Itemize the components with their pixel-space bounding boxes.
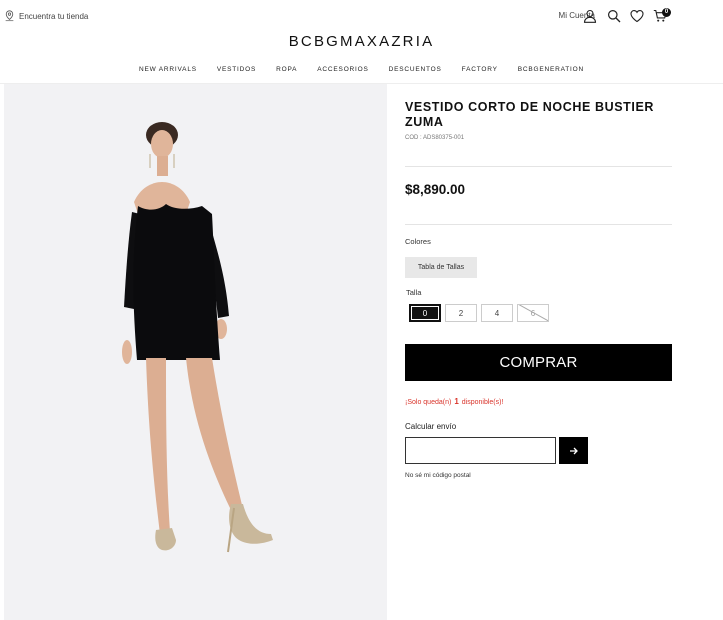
nav-item-accesorios[interactable]: ACCESORIOS (307, 66, 378, 73)
location-pin-icon (5, 10, 14, 22)
size-option-0[interactable]: 0 (409, 304, 441, 322)
store-locator-label: Encuentra tu tienda (19, 11, 89, 21)
product-info: VESTIDO CORTO DE NOCHE BUSTIER ZUMA COD … (405, 100, 672, 141)
size-chart-button[interactable]: Tabla de Tallas (405, 257, 477, 278)
buy-button[interactable]: COMPRAR (405, 344, 672, 381)
heart-icon[interactable] (630, 9, 644, 23)
stock-suffix: disponible(s)! (461, 399, 504, 406)
postal-code-input[interactable] (405, 437, 556, 464)
arrow-right-icon (569, 447, 578, 454)
nav-item-ropa[interactable]: ROPA (266, 66, 307, 73)
nav-item-bcbgeneration[interactable]: BCBGENERATION (508, 66, 594, 73)
colors-label: Colores (405, 237, 431, 246)
nav-item-descuentos[interactable]: DESCUENTOS (379, 66, 452, 73)
user-icon[interactable] (583, 9, 597, 23)
size-label: Talla (406, 288, 422, 297)
stock-message: ¡Solo queda(n) 1 disponible(s)! (405, 397, 503, 406)
size-option-4[interactable]: 4 (481, 304, 513, 322)
product-image[interactable] (4, 84, 387, 620)
main-nav: NEW ARRIVALS VESTIDOS ROPA ACCESORIOS DE… (0, 66, 723, 73)
product-price: $8,890.00 (405, 182, 466, 197)
cart-count-badge: 0 (662, 8, 671, 17)
store-locator-link[interactable]: Encuentra tu tienda (4, 10, 88, 22)
nav-item-new-arrivals[interactable]: NEW ARRIVALS (129, 66, 207, 73)
size-option-6[interactable]: 6 (517, 304, 549, 322)
unknown-postal-code-link[interactable]: No sé mi código postal (405, 472, 471, 479)
size-selector: 0 2 4 6 (409, 304, 549, 322)
stock-count: 1 (454, 397, 459, 406)
top-bar: Encuentra tu tienda Mi Cuenta 0 (0, 0, 723, 34)
product-title: VESTIDO CORTO DE NOCHE BUSTIER ZUMA (405, 100, 655, 129)
nav-item-factory[interactable]: FACTORY (452, 66, 508, 73)
calculate-shipping-button[interactable] (559, 437, 588, 464)
shipping-label: Calcular envío (405, 422, 457, 431)
divider (405, 166, 672, 167)
product-sku: COD : ADS80375-001 (405, 135, 465, 141)
search-icon[interactable] (607, 9, 621, 23)
size-option-2[interactable]: 2 (445, 304, 477, 322)
stock-prefix: ¡Solo queda(n) (405, 399, 452, 406)
brand-logo[interactable]: BCBGMAXAZRIA (0, 33, 723, 50)
nav-item-vestidos[interactable]: VESTIDOS (207, 66, 266, 73)
divider (405, 224, 672, 225)
